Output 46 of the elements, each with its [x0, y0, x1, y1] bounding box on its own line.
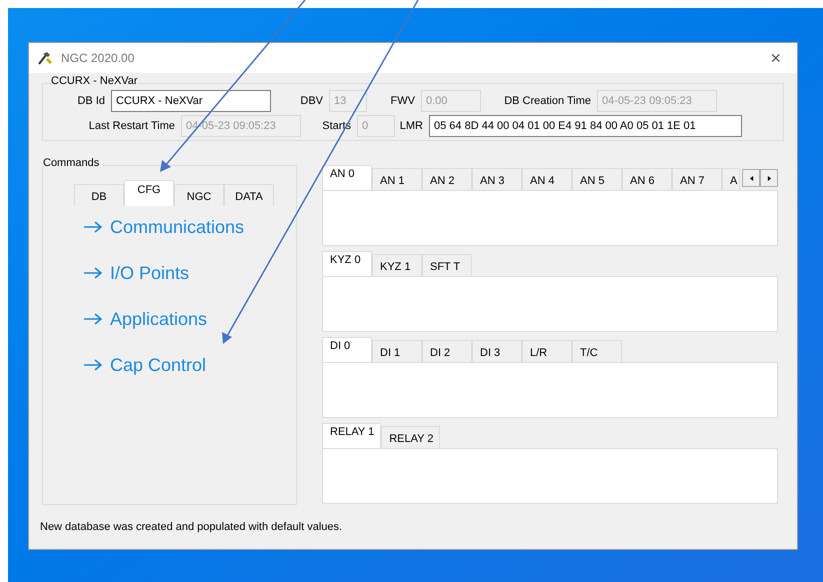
right-arrow-icon	[83, 221, 103, 233]
tab[interactable]: DATA	[224, 184, 274, 206]
tab[interactable]: SFT T	[422, 254, 472, 276]
caret-left-icon	[748, 174, 754, 182]
tab[interactable]: AN 2	[422, 168, 472, 190]
tab[interactable]: L/R	[522, 340, 572, 362]
tools-icon	[37, 51, 53, 65]
group-title: CCURX - NeXVar	[51, 76, 138, 87]
tab[interactable]: DI 2	[422, 340, 472, 362]
tab[interactable]: AN 5	[572, 168, 622, 190]
status-text: New database was created and populated with default values.	[40, 520, 344, 535]
tab[interactable]: DI 1	[372, 340, 422, 362]
tab[interactable]: KYZ 1	[372, 254, 422, 276]
tab[interactable]: DI 3	[472, 340, 522, 362]
tab[interactable]: DB	[74, 184, 124, 206]
window-title: NGC 2020.00	[61, 50, 134, 67]
tab[interactable]: DI 0	[322, 337, 372, 362]
field-label: DB Id	[76, 94, 106, 109]
field-label: LMR	[398, 118, 424, 134]
right-arrow-icon	[83, 359, 103, 371]
field-label: DB Creation Time	[503, 94, 592, 109]
tab[interactable]: AN 7	[672, 168, 722, 190]
field-label: DBV	[299, 94, 324, 109]
tab[interactable]: KYZ 0	[322, 251, 372, 276]
tab[interactable]: AN 3	[472, 168, 522, 190]
tab[interactable]: T/C	[572, 340, 622, 362]
tab[interactable]: CFG	[124, 180, 174, 206]
field-label: FWV	[390, 94, 416, 109]
field-label: Last Restart Time	[88, 118, 176, 134]
text-field[interactable]: CCURX - NeXVar	[111, 90, 271, 112]
close-button[interactable]: ×	[762, 49, 789, 67]
caret-right-icon	[766, 174, 772, 182]
scroll-left-button[interactable]	[742, 169, 760, 187]
tab[interactable]: RELAY 2	[381, 426, 440, 448]
tab[interactable]: AN 6	[622, 168, 672, 190]
right-arrow-icon	[83, 313, 103, 325]
scroll-right-button[interactable]	[760, 169, 778, 187]
group-title: Commands	[43, 158, 104, 169]
tab[interactable]: AN 1	[372, 168, 422, 190]
right-arrow-icon	[83, 267, 103, 279]
text-field[interactable]: 05 64 8D 44 00 04 01 00 E4 91 84 00 A0 05 01 1E 01	[429, 115, 742, 137]
tab[interactable]: A	[722, 168, 740, 190]
tab[interactable]: AN 4	[522, 168, 572, 190]
tab[interactable]: NGC	[174, 184, 224, 206]
tab[interactable]: RELAY 1	[322, 423, 382, 448]
tab[interactable]: AN 0	[322, 165, 372, 190]
